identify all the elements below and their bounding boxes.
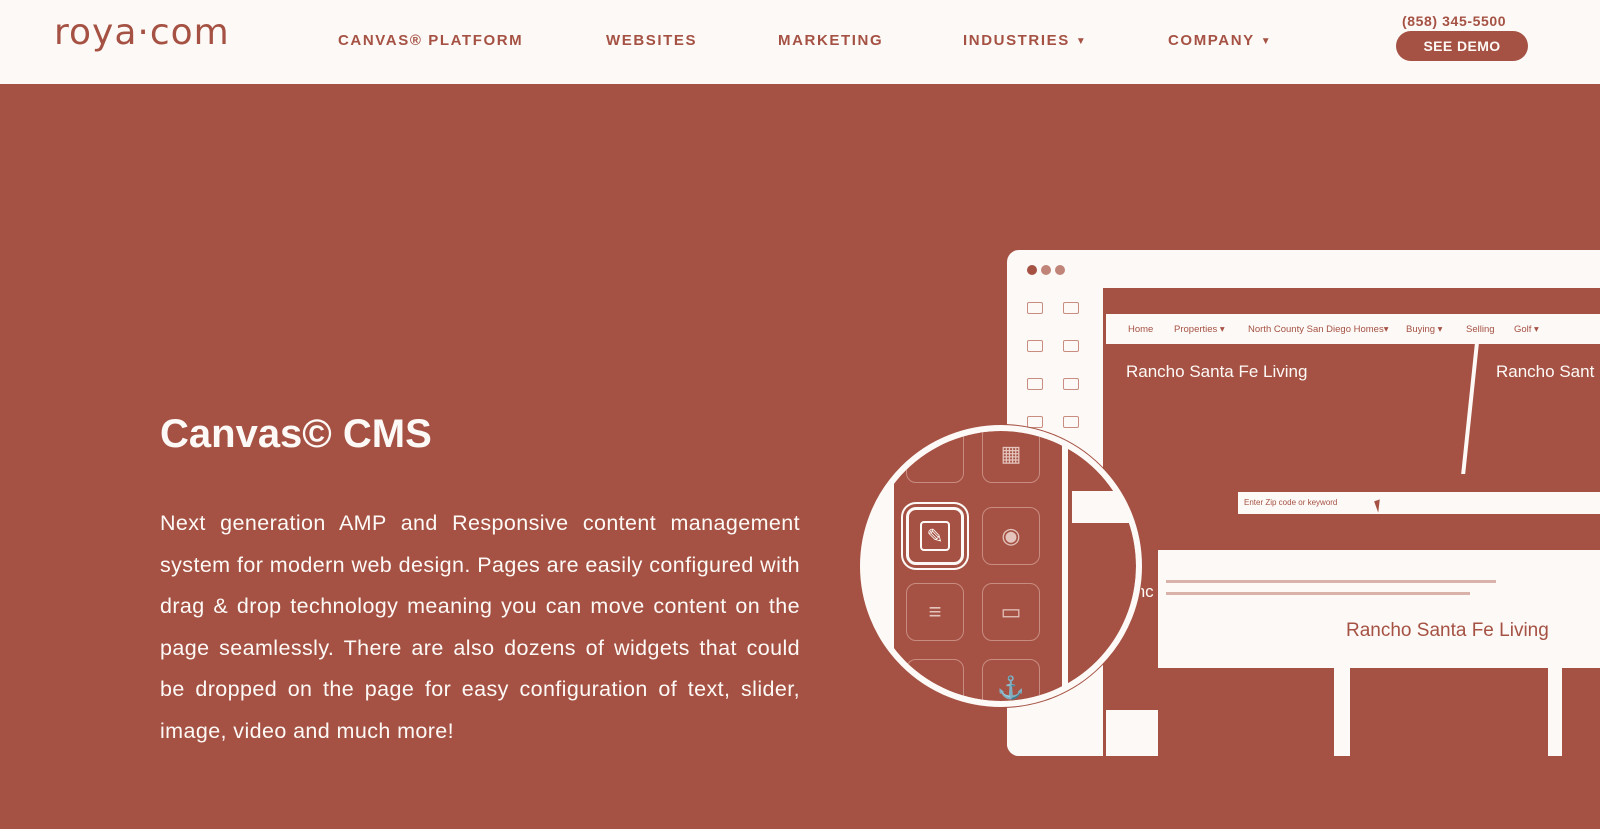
chevron-down-icon: ▼ [1260, 36, 1273, 47]
page-title: Canvas© CMS [160, 412, 432, 456]
mockup-section-title: Rancho Santa Fe Living [1346, 620, 1549, 641]
nav-company-label: COMPANY [1168, 32, 1255, 49]
window-dot-icon [1041, 265, 1051, 275]
nav-websites-label: WEBSITES [606, 32, 698, 49]
mockup-hero-title: Rancho Santa Fe Living [1126, 362, 1308, 381]
widget-tile [906, 659, 964, 701]
see-demo-button[interactable]: SEE DEMO [1396, 31, 1528, 61]
text-widget-icon: ≡ [906, 583, 964, 641]
widget-mini-icon [1063, 340, 1079, 352]
window-dot-icon [1055, 265, 1065, 275]
mockup-nav-item: Home [1128, 324, 1154, 335]
widget-mini-icon [1027, 378, 1043, 390]
mockup-search-placeholder: Enter Zip code or keyword [1244, 498, 1338, 507]
chevron-down-icon: ▼ [1075, 36, 1088, 47]
widget-mini-icon [1063, 302, 1079, 314]
anchor-widget-icon: ⚓ [982, 659, 1040, 701]
mockup-nav-item: Properties ▾ [1174, 324, 1225, 335]
mockup-nav-item: Buying ▾ [1406, 324, 1443, 335]
window-dot-icon [1027, 265, 1037, 275]
widget-magnifier: ▦ ✎ ◉ ≡ ▭ ⚓ [860, 425, 1142, 707]
mockup-thumbnail [1158, 668, 1334, 756]
mockup-thumbnail [1350, 668, 1548, 756]
nav-websites[interactable]: WEBSITES [606, 32, 697, 49]
widget-mini-icon [1063, 416, 1079, 428]
mockup-hero-divider [1461, 344, 1479, 474]
widget-mini-icon [1027, 340, 1043, 352]
video-widget-icon: ▭ [982, 583, 1040, 641]
mockup-page: Home Properties ▾ North County San Diego… [1106, 288, 1600, 756]
camera-widget-icon: ◉ [982, 507, 1040, 565]
mockup-nav-item: Selling [1466, 324, 1495, 335]
page-preview-strip [1072, 493, 1136, 523]
mockup-thumbnail [1562, 668, 1600, 756]
mockup-nav: Home Properties ▾ North County San Diego… [1106, 314, 1600, 344]
mockup-nav-item: Golf ▾ [1514, 324, 1539, 335]
mockup-text-lines [1166, 580, 1496, 604]
nav-industries-label: INDUSTRIES [963, 32, 1070, 49]
browser-titlebar [1007, 250, 1600, 288]
site-header: roya·com CANVAS® PLATFORM WEBSITES MARKE… [0, 0, 1600, 84]
nav-canvas-platform[interactable]: CANVAS® PLATFORM [338, 32, 523, 49]
mockup-hero: Rancho Santa Fe Living Rancho Sant Enter… [1106, 344, 1600, 550]
edit-widget-icon[interactable]: ✎ [906, 507, 964, 565]
hero-description: Next generation AMP and Responsive conte… [160, 511, 800, 743]
nav-marketing[interactable]: MARKETING [778, 32, 883, 49]
nav-industries[interactable]: INDUSTRIES ▼ [963, 32, 1087, 49]
mockup-nav-item: North County San Diego Homes▾ [1248, 324, 1389, 335]
page-preview-body [1072, 523, 1136, 701]
mockup-hero-title-right: Rancho Sant [1496, 362, 1595, 381]
widget-mini-icon [1063, 378, 1079, 390]
page-preview-top [1072, 431, 1136, 491]
widget-mini-icon [1027, 302, 1043, 314]
mockup-search-input: Enter Zip code or keyword [1238, 492, 1600, 514]
mockup-topbar [1106, 288, 1600, 314]
gallery-widget-icon: ▦ [982, 431, 1040, 483]
roya-logo[interactable]: roya·com [54, 12, 230, 53]
phone-number[interactable]: (858) 345-5500 [1402, 13, 1506, 29]
widget-tile [906, 431, 964, 483]
nav-company[interactable]: COMPANY ▼ [1168, 32, 1272, 49]
nav-canvas-platform-label: CANVAS® PLATFORM [338, 32, 524, 49]
widget-mini-icon [1027, 416, 1043, 428]
nav-marketing-label: MARKETING [778, 32, 884, 49]
